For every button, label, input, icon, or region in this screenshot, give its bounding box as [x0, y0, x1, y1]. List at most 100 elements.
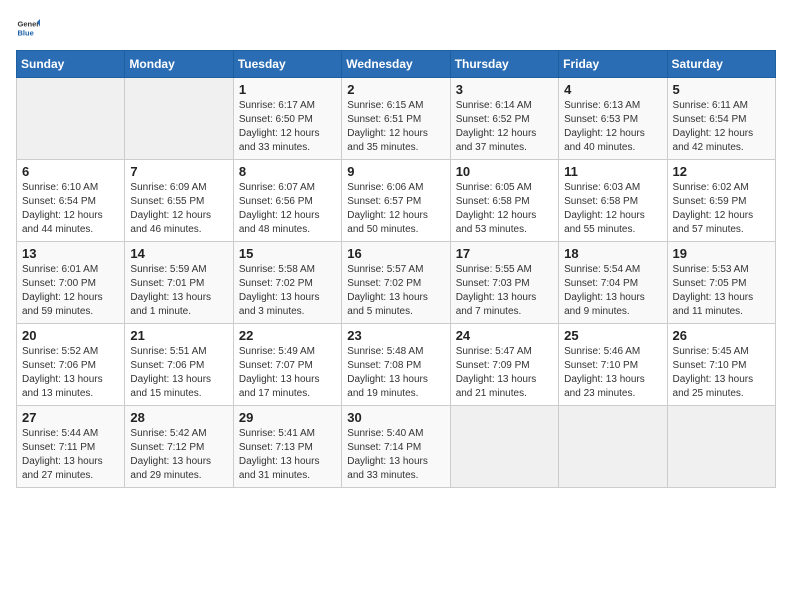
- weekday-header-row: SundayMondayTuesdayWednesdayThursdayFrid…: [17, 51, 776, 78]
- calendar-week-row: 20 Sunrise: 5:52 AM Sunset: 7:06 PM Dayli…: [17, 324, 776, 406]
- day-number: 13: [22, 246, 119, 261]
- calendar-cell: [17, 78, 125, 160]
- calendar-cell: 18 Sunrise: 5:54 AM Sunset: 7:04 PM Dayli…: [559, 242, 667, 324]
- calendar-cell: 24 Sunrise: 5:47 AM Sunset: 7:09 PM Dayli…: [450, 324, 558, 406]
- weekday-header-thursday: Thursday: [450, 51, 558, 78]
- day-number: 10: [456, 164, 553, 179]
- calendar-table: SundayMondayTuesdayWednesdayThursdayFrid…: [16, 50, 776, 488]
- day-number: 2: [347, 82, 444, 97]
- day-number: 24: [456, 328, 553, 343]
- calendar-week-row: 27Sunrise: 5:44 AM Sunset: 7:11 PM Dayli…: [17, 406, 776, 488]
- calendar-cell: 25Sunrise: 5:46 AM Sunset: 7:10 PM Dayli…: [559, 324, 667, 406]
- svg-text:General: General: [18, 20, 41, 29]
- calendar-cell: 14Sunrise: 5:59 AM Sunset: 7:01 PM Dayli…: [125, 242, 233, 324]
- calendar-cell: 5Sunrise: 6:11 AM Sunset: 6:54 PM Daylig…: [667, 78, 775, 160]
- day-number: 17: [456, 246, 553, 261]
- calendar-cell: 22 Sunrise: 5:49 AM Sunset: 7:07 PM Dayli…: [233, 324, 341, 406]
- svg-text:Blue: Blue: [18, 29, 34, 38]
- calendar-cell: 19 Sunrise: 5:53 AM Sunset: 7:05 PM Dayli…: [667, 242, 775, 324]
- calendar-cell: 1 Sunrise: 6:17 AM Sunset: 6:50 PM Daylig…: [233, 78, 341, 160]
- day-number: 4: [564, 82, 661, 97]
- day-number: 18: [564, 246, 661, 261]
- calendar-cell: 26 Sunrise: 5:45 AM Sunset: 7:10 PM Dayli…: [667, 324, 775, 406]
- day-number: 11: [564, 164, 661, 179]
- day-number: 28: [130, 410, 227, 425]
- day-number: 6: [22, 164, 119, 179]
- day-info: Sunrise: 6:07 AM Sunset: 6:56 PM Dayligh…: [239, 181, 336, 237]
- day-info: Sunrise: 5:42 AM Sunset: 7:12 PM Dayligh…: [130, 427, 227, 483]
- day-info: Sunrise: 6:06 AM Sunset: 6:57 PM Dayligh…: [347, 181, 444, 237]
- logo-icon: General Blue: [16, 16, 40, 40]
- day-number: 1: [239, 82, 336, 97]
- calendar-cell: 6 Sunrise: 6:10 AM Sunset: 6:54 PM Daylig…: [17, 160, 125, 242]
- weekday-header-sunday: Sunday: [17, 51, 125, 78]
- weekday-header-wednesday: Wednesday: [342, 51, 450, 78]
- calendar-cell: 17 Sunrise: 5:55 AM Sunset: 7:03 PM Dayli…: [450, 242, 558, 324]
- day-info: Sunrise: 5:48 AM Sunset: 7:08 PM Dayligh…: [347, 345, 444, 401]
- calendar-cell: [667, 406, 775, 488]
- day-number: 9: [347, 164, 444, 179]
- calendar-cell: 23 Sunrise: 5:48 AM Sunset: 7:08 PM Dayli…: [342, 324, 450, 406]
- calendar-cell: [559, 406, 667, 488]
- calendar-cell: 4Sunrise: 6:13 AM Sunset: 6:53 PM Daylig…: [559, 78, 667, 160]
- day-info: Sunrise: 5:53 AM Sunset: 7:05 PM Dayligh…: [673, 263, 770, 319]
- day-info: Sunrise: 5:57 AM Sunset: 7:02 PM Dayligh…: [347, 263, 444, 319]
- day-info: Sunrise: 5:49 AM Sunset: 7:07 PM Dayligh…: [239, 345, 336, 401]
- day-info: Sunrise: 5:58 AM Sunset: 7:02 PM Dayligh…: [239, 263, 336, 319]
- calendar-week-row: 1 Sunrise: 6:17 AM Sunset: 6:50 PM Daylig…: [17, 78, 776, 160]
- day-number: 20: [22, 328, 119, 343]
- day-number: 15: [239, 246, 336, 261]
- calendar-cell: 3 Sunrise: 6:14 AM Sunset: 6:52 PM Daylig…: [450, 78, 558, 160]
- day-number: 30: [347, 410, 444, 425]
- day-info: Sunrise: 6:02 AM Sunset: 6:59 PM Dayligh…: [673, 181, 770, 237]
- day-info: Sunrise: 5:52 AM Sunset: 7:06 PM Dayligh…: [22, 345, 119, 401]
- day-info: Sunrise: 5:40 AM Sunset: 7:14 PM Dayligh…: [347, 427, 444, 483]
- calendar-cell: 20 Sunrise: 5:52 AM Sunset: 7:06 PM Dayli…: [17, 324, 125, 406]
- calendar-cell: 16 Sunrise: 5:57 AM Sunset: 7:02 PM Dayli…: [342, 242, 450, 324]
- day-number: 25: [564, 328, 661, 343]
- day-number: 3: [456, 82, 553, 97]
- calendar-cell: 11Sunrise: 6:03 AM Sunset: 6:58 PM Dayli…: [559, 160, 667, 242]
- day-info: Sunrise: 5:44 AM Sunset: 7:11 PM Dayligh…: [22, 427, 119, 483]
- day-number: 12: [673, 164, 770, 179]
- day-info: Sunrise: 5:45 AM Sunset: 7:10 PM Dayligh…: [673, 345, 770, 401]
- calendar-week-row: 6 Sunrise: 6:10 AM Sunset: 6:54 PM Daylig…: [17, 160, 776, 242]
- day-info: Sunrise: 5:51 AM Sunset: 7:06 PM Dayligh…: [130, 345, 227, 401]
- day-info: Sunrise: 6:09 AM Sunset: 6:55 PM Dayligh…: [130, 181, 227, 237]
- day-number: 29: [239, 410, 336, 425]
- day-info: Sunrise: 6:17 AM Sunset: 6:50 PM Dayligh…: [239, 99, 336, 155]
- calendar-cell: 8 Sunrise: 6:07 AM Sunset: 6:56 PM Daylig…: [233, 160, 341, 242]
- calendar-cell: [450, 406, 558, 488]
- header: General Blue: [16, 16, 776, 40]
- day-info: Sunrise: 5:47 AM Sunset: 7:09 PM Dayligh…: [456, 345, 553, 401]
- weekday-header-tuesday: Tuesday: [233, 51, 341, 78]
- day-number: 19: [673, 246, 770, 261]
- calendar-cell: 29Sunrise: 5:41 AM Sunset: 7:13 PM Dayli…: [233, 406, 341, 488]
- day-number: 22: [239, 328, 336, 343]
- day-number: 7: [130, 164, 227, 179]
- day-number: 26: [673, 328, 770, 343]
- day-info: Sunrise: 5:55 AM Sunset: 7:03 PM Dayligh…: [456, 263, 553, 319]
- calendar-week-row: 13Sunrise: 6:01 AM Sunset: 7:00 PM Dayli…: [17, 242, 776, 324]
- calendar-cell: 15 Sunrise: 5:58 AM Sunset: 7:02 PM Dayli…: [233, 242, 341, 324]
- day-number: 21: [130, 328, 227, 343]
- day-info: Sunrise: 6:10 AM Sunset: 6:54 PM Dayligh…: [22, 181, 119, 237]
- weekday-header-monday: Monday: [125, 51, 233, 78]
- calendar-cell: 21 Sunrise: 5:51 AM Sunset: 7:06 PM Dayli…: [125, 324, 233, 406]
- calendar-cell: 2Sunrise: 6:15 AM Sunset: 6:51 PM Daylig…: [342, 78, 450, 160]
- day-info: Sunrise: 6:14 AM Sunset: 6:52 PM Dayligh…: [456, 99, 553, 155]
- day-number: 16: [347, 246, 444, 261]
- calendar-cell: 27Sunrise: 5:44 AM Sunset: 7:11 PM Dayli…: [17, 406, 125, 488]
- weekday-header-saturday: Saturday: [667, 51, 775, 78]
- logo: General Blue: [16, 16, 44, 40]
- day-info: Sunrise: 6:05 AM Sunset: 6:58 PM Dayligh…: [456, 181, 553, 237]
- calendar-cell: 30 Sunrise: 5:40 AM Sunset: 7:14 PM Dayli…: [342, 406, 450, 488]
- calendar-cell: 28 Sunrise: 5:42 AM Sunset: 7:12 PM Dayli…: [125, 406, 233, 488]
- calendar-cell: 9 Sunrise: 6:06 AM Sunset: 6:57 PM Daylig…: [342, 160, 450, 242]
- day-number: 14: [130, 246, 227, 261]
- day-number: 8: [239, 164, 336, 179]
- day-info: Sunrise: 5:54 AM Sunset: 7:04 PM Dayligh…: [564, 263, 661, 319]
- calendar-cell: 7 Sunrise: 6:09 AM Sunset: 6:55 PM Daylig…: [125, 160, 233, 242]
- calendar-cell: 13Sunrise: 6:01 AM Sunset: 7:00 PM Dayli…: [17, 242, 125, 324]
- day-number: 23: [347, 328, 444, 343]
